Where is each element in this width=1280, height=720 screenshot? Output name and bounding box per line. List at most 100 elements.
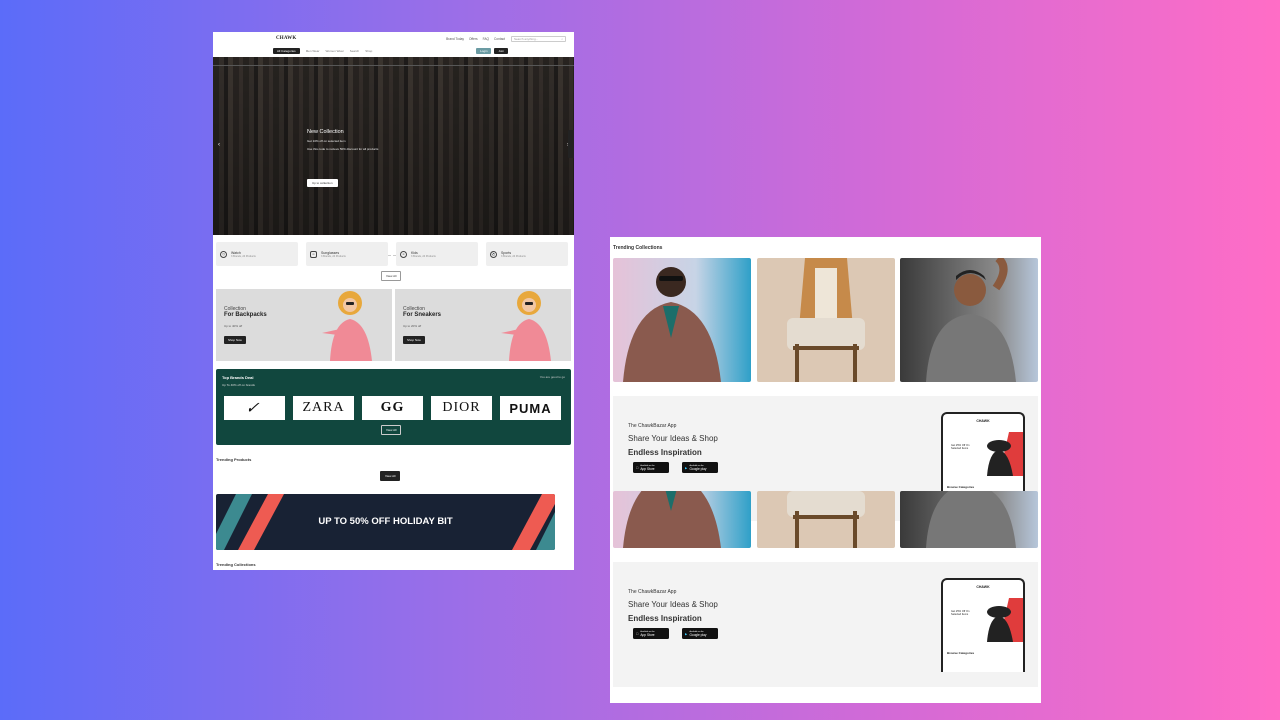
trending-products-view-all-button[interactable]: View All bbox=[380, 471, 401, 481]
top-header: CHAWK Brand Today Offers FAQ Contact Sea… bbox=[213, 32, 574, 45]
shop-now-button[interactable]: Shop Now bbox=[403, 336, 425, 344]
nav-brand-today[interactable]: Brand Today bbox=[446, 37, 464, 41]
hero-cta-button[interactable]: Up to collection bbox=[307, 179, 338, 187]
site-logo[interactable]: CHAWK bbox=[276, 36, 296, 41]
promo-discount: Up to 20% off bbox=[403, 324, 422, 328]
trending-collections-heading: Trending Collections bbox=[613, 245, 663, 251]
app-heading-line2: Endless Inspiration bbox=[628, 448, 702, 457]
promo-title: For Sneakers bbox=[403, 312, 442, 318]
hero-line1: Get 10% off on selected item bbox=[307, 139, 346, 143]
sunglasses-icon: ∞ bbox=[310, 250, 317, 258]
brands-subtitle: Up To 40% off on brands bbox=[222, 383, 255, 387]
category-card-watch[interactable]: ◷ Watch 3 Brands, 24 Products bbox=[216, 242, 298, 266]
store-homepage-screenshot: CHAWK Brand Today Offers FAQ Contact Sea… bbox=[213, 32, 574, 570]
gucci-logo-text: GG bbox=[380, 400, 405, 415]
nav-faq[interactable]: FAQ bbox=[483, 37, 489, 41]
hero-slider[interactable]: New Collection Get 10% off on selected i… bbox=[213, 57, 574, 256]
join-button[interactable]: Join bbox=[494, 48, 508, 54]
subnav-women[interactable]: Women Wear bbox=[325, 49, 343, 53]
phone-browse-categories: Browse Categories bbox=[947, 651, 975, 655]
app-heading-line1: Share Your Ideas & Shop bbox=[628, 434, 718, 443]
app-store-button[interactable]:  Available on theApp Store bbox=[633, 628, 669, 639]
apple-icon:  bbox=[636, 632, 638, 636]
app-promo-section-repeat: The ChawkBazar App Share Your Ideas & Sh… bbox=[613, 562, 1038, 687]
app-store-button[interactable]:  Available on theApp Store bbox=[633, 462, 669, 473]
man-sitting-chair-image bbox=[787, 258, 865, 382]
subnav-shop[interactable]: Shop bbox=[365, 49, 372, 53]
puma-logo[interactable]: PUMA bbox=[500, 396, 561, 420]
subnav-search[interactable]: Search bbox=[350, 49, 360, 53]
collection-photo-1[interactable] bbox=[613, 258, 751, 382]
model-image bbox=[501, 291, 551, 361]
phone-browse-categories: Browse Categories bbox=[947, 485, 975, 489]
zara-logo-text: ZARA bbox=[302, 400, 345, 415]
promo-discount: Up to 40% off bbox=[224, 324, 243, 328]
app-label: The ChawkBazar App bbox=[628, 589, 677, 595]
category-card-sunglasses[interactable]: ∞ Sunglasses 3 Brands, 24 Products bbox=[306, 242, 388, 266]
category-sub: 3 Brands, 24 Products bbox=[411, 254, 436, 258]
nav-contact[interactable]: Contact bbox=[494, 37, 505, 41]
promo-sneakers[interactable]: Collection For Sneakers Up to 20% off Sh… bbox=[395, 289, 571, 361]
swoosh-icon: ✓ bbox=[244, 400, 265, 417]
search-icon[interactable]: ⌕ bbox=[561, 37, 563, 41]
brands-note: You are good to go bbox=[539, 375, 565, 379]
sub-header: All Categories Men Wear Women Wear Searc… bbox=[213, 45, 574, 57]
man-leather-jacket-image bbox=[623, 267, 721, 382]
watch-icon: ◷ bbox=[220, 250, 227, 258]
search-placeholder: Search anything... bbox=[514, 36, 539, 41]
man-grey-tshirt-image bbox=[926, 491, 1016, 548]
chevron-left-icon[interactable]: ‹ bbox=[218, 142, 220, 148]
login-button[interactable]: Login bbox=[476, 48, 492, 54]
holiday-banner[interactable]: UP TO 50% OFF HOLIDAY BIT bbox=[216, 494, 555, 550]
phone-offer-text: Get 25% Off On Selected Items bbox=[951, 444, 970, 450]
dior-logo[interactable]: DIOR bbox=[431, 396, 492, 420]
dior-logo-text: DIOR bbox=[442, 400, 481, 415]
categories-view-all-button[interactable]: View All bbox=[381, 271, 402, 281]
all-categories-button[interactable]: All Categories bbox=[273, 48, 300, 54]
phone-logo: CHAWK bbox=[976, 419, 990, 423]
hero-title: New Collection bbox=[307, 129, 344, 135]
app-heading-line1: Share Your Ideas & Shop bbox=[628, 600, 718, 609]
phone-logo: CHAWK bbox=[976, 585, 990, 589]
side-tab[interactable] bbox=[568, 130, 574, 158]
trending-products-title: Trending Products bbox=[216, 457, 252, 462]
collection-photo-2[interactable] bbox=[757, 258, 895, 382]
app-store-label: App Store bbox=[638, 632, 654, 637]
app-label: The ChawkBazar App bbox=[628, 423, 677, 429]
category-card-kids[interactable]: ☺ Kids 3 Brands, 24 Products bbox=[396, 242, 478, 266]
trending-collections-title: Trending Collections bbox=[216, 562, 256, 567]
puma-logo-text: PUMA bbox=[509, 400, 552, 416]
gucci-logo[interactable]: GG bbox=[362, 396, 423, 420]
phone-mockup: CHAWK Get 25% Off On Selected Items Brow… bbox=[941, 578, 1025, 672]
play-icon: ▶ bbox=[685, 631, 688, 636]
collection-photo-3-repeat[interactable] bbox=[900, 491, 1038, 548]
zara-logo[interactable]: ZARA bbox=[293, 396, 354, 420]
sports-icon: ⚽ bbox=[490, 250, 497, 258]
category-cards: ◷ Watch 3 Brands, 24 Products ∞ Sunglasse… bbox=[216, 242, 568, 266]
category-sub: 3 Brands, 24 Products bbox=[501, 254, 526, 258]
collection-photo-3[interactable] bbox=[900, 258, 1038, 382]
promo-title: For Backpacks bbox=[224, 312, 267, 318]
subnav-men[interactable]: Men Wear bbox=[306, 49, 320, 53]
collection-photo-2-repeat[interactable] bbox=[757, 491, 895, 548]
man-sitting-chair-image bbox=[787, 491, 865, 548]
category-sub: 3 Brands, 24 Products bbox=[321, 254, 346, 258]
shop-now-button[interactable]: Shop Now bbox=[224, 336, 246, 344]
brands-title: Top Brands Deal bbox=[222, 375, 254, 380]
nav-offers[interactable]: Offers bbox=[469, 37, 478, 41]
nike-logo[interactable]: ✓ bbox=[224, 396, 285, 420]
phone-mockup: CHAWK Get 25% Off On Selected Items Brow… bbox=[941, 412, 1025, 492]
category-card-sports[interactable]: ⚽ Sports 3 Brands, 24 Products bbox=[486, 242, 568, 266]
hero-overlay bbox=[213, 57, 574, 235]
collection-photo-1-repeat[interactable] bbox=[613, 491, 751, 548]
brands-view-all-button[interactable]: View All bbox=[381, 425, 402, 435]
collections-page-screenshot: Trending Collections The ChawkBazar App bbox=[610, 237, 1041, 703]
search-input[interactable]: Search anything... ⌕ bbox=[511, 35, 566, 42]
google-play-label: Google play bbox=[689, 466, 707, 471]
banner-text: UP TO 50% OFF HOLIDAY BIT bbox=[318, 516, 453, 527]
man-grey-tshirt-image bbox=[926, 258, 1016, 382]
google-play-button[interactable]: ▶ Available on the Google play bbox=[682, 462, 718, 473]
promo-backpacks[interactable]: Collection For Backpacks Up to 40% off S… bbox=[216, 289, 392, 361]
apple-icon:  bbox=[636, 466, 638, 470]
google-play-button[interactable]: ▶ Available on the Google play bbox=[682, 628, 718, 639]
